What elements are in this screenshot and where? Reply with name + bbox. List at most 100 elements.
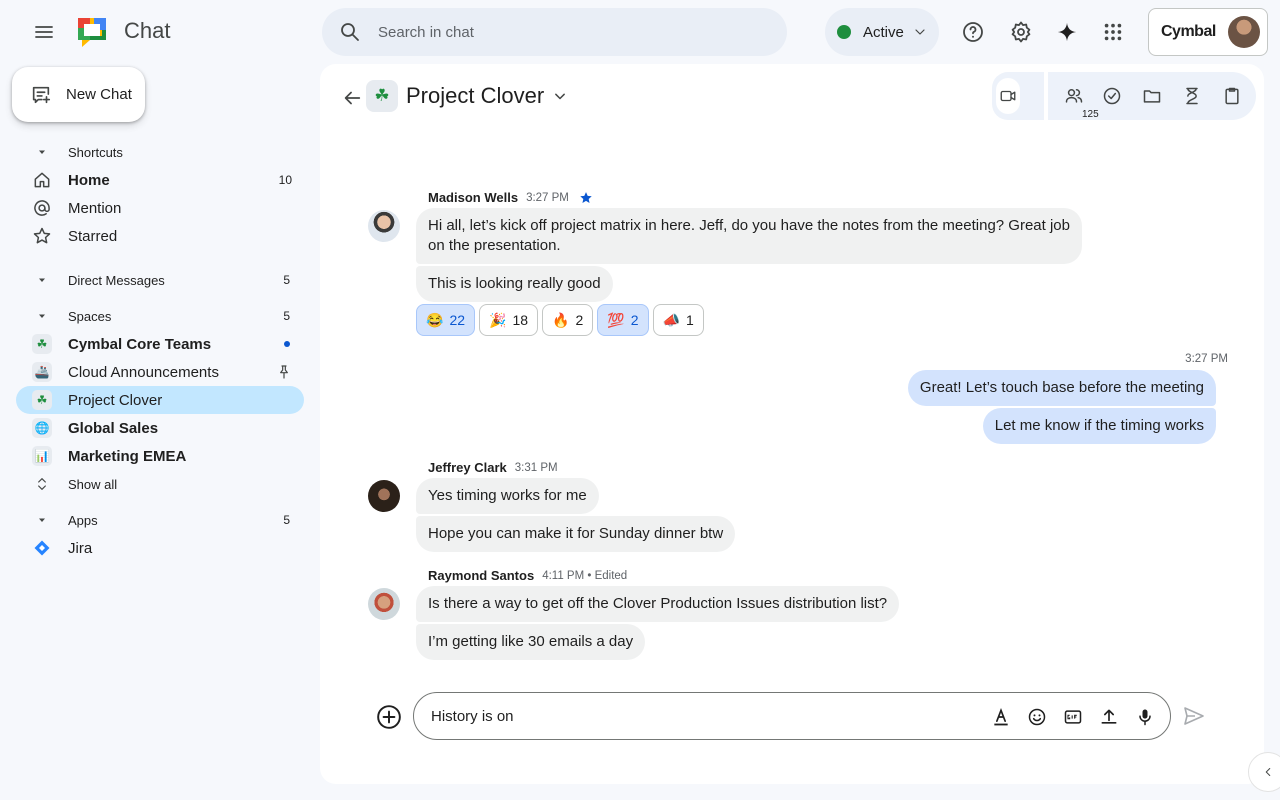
reaction-emoji: 😂 [426,311,444,328]
clover-icon: ☘ [32,390,52,410]
sidebar-item-cloud-announcements[interactable]: 🚢 Cloud Announcements [16,358,304,386]
section-count: 5 [283,513,290,527]
new-chat-icon [32,86,51,103]
message-composer[interactable] [413,692,1171,740]
caret-down-icon [39,518,45,522]
clipboard-icon [1225,87,1239,105]
sidebar-item-jira[interactable]: Jira [16,534,304,562]
section-count: 5 [283,309,290,323]
search-bar[interactable] [322,8,787,56]
message-text: Yes timing works for me [428,487,587,504]
sidebar-item-label: Cymbal Core Teams [68,335,212,353]
back-button[interactable] [334,80,370,116]
sidebar-item-label: Home [68,171,110,189]
clipboard-button[interactable] [1218,82,1246,110]
direct-messages-section-header[interactable]: Direct Messages 5 [30,268,300,292]
avatar[interactable] [368,480,400,512]
chat-logo-icon[interactable] [74,14,110,50]
user-avatar[interactable] [1227,16,1260,48]
sidebar-item-mention[interactable]: Mention [16,194,304,222]
message-bubble[interactable]: Let me know if the timing works [982,408,1216,444]
apps-launcher-button[interactable] [1093,12,1133,52]
message-time: 3:31 PM [514,461,558,474]
members-button[interactable]: 125 [1060,82,1101,120]
at-icon [34,200,50,216]
author-name[interactable]: Madison Wells [428,190,518,205]
gemini-button[interactable] [1047,12,1087,52]
message-input[interactable] [431,707,951,725]
gif-button[interactable] [1061,705,1085,729]
files-button[interactable] [1138,82,1166,110]
sidebar-item-starred[interactable]: Starred [16,222,304,250]
spaces-section-header[interactable]: Spaces 5 [30,304,300,328]
room-title[interactable]: Project Clover [406,83,544,109]
reaction-count: 2 [630,312,639,328]
caret-down-icon [39,150,45,154]
brand-logo: Cymbal [1161,23,1216,40]
message-bubble[interactable]: Hi all, let’s kick off project matrix in… [416,208,1082,264]
message-time: 3:27 PM [1185,353,1228,365]
new-chat-label: New Chat [66,86,132,103]
sidebar-item-home[interactable]: Home 10 [16,166,304,194]
caret-down-icon [39,278,45,282]
send-icon[interactable] [1182,704,1206,728]
avatar[interactable] [368,588,400,620]
account-switcher[interactable]: Cymbal [1148,8,1268,56]
message-header: Madison Wells 3:27 PM [428,190,593,205]
section-count: 5 [283,273,290,287]
chevron-down-icon[interactable] [550,86,570,106]
help-button[interactable] [953,12,993,52]
author-name[interactable]: Jeffrey Clark [428,460,507,475]
settings-button[interactable] [1001,12,1041,52]
apps-section-header[interactable]: Apps 5 [30,508,300,532]
message-bubble[interactable]: I’m getting like 30 emails a day [416,624,646,660]
author-name[interactable]: Raymond Santos [428,568,534,583]
gif-icon [1064,710,1082,724]
shortcuts-section-header[interactable]: Shortcuts [30,140,300,164]
sparkle-icon [1057,22,1077,42]
reaction-chip[interactable]: 🔥 2 [542,304,594,336]
add-circle-icon[interactable] [376,704,402,730]
section-title: Direct Messages [68,272,165,288]
integrations-button[interactable] [1178,82,1206,110]
upload-button[interactable] [1097,705,1121,729]
search-input[interactable] [378,23,758,41]
tasks-button[interactable] [1098,82,1126,110]
message-bubble[interactable]: Yes timing works for me [416,478,599,514]
globe-icon: 🌐 [32,418,52,438]
jira-icon [34,540,50,556]
search-icon[interactable] [338,20,362,44]
message-bubble[interactable]: Is there a way to get off the Clover Pro… [416,586,900,622]
sidebar-item-label: Jira [68,539,93,557]
top-bar: Chat Active Cymbal [0,0,1280,64]
app-title: Chat [124,18,171,43]
reaction-chip[interactable]: 📣 1 [652,304,704,336]
message-bubble[interactable]: Hope you can make it for Sunday dinner b… [416,516,736,552]
emoji-button[interactable] [1025,705,1049,729]
reaction-chip[interactable]: 😂 22 [416,304,476,336]
hamburger-menu-icon [35,26,53,38]
side-panel-toggle-button[interactable] [1248,752,1280,792]
show-all-spaces[interactable]: Show all [16,470,304,498]
pin-icon[interactable] [276,364,292,380]
status-selector[interactable]: Active [825,8,939,56]
reaction-chip[interactable]: 🎉 18 [479,304,539,336]
avatar[interactable] [368,210,400,242]
sidebar-item-project-clover[interactable]: ☘ Project Clover [16,386,304,414]
main-menu-button[interactable] [24,12,64,52]
sidebar-item-global-sales[interactable]: 🌐 Global Sales [16,414,304,442]
new-chat-button[interactable]: New Chat [12,67,145,122]
microphone-button[interactable] [1133,705,1157,729]
message-text: Is there a way to get off the Clover Pro… [428,595,888,612]
help-icon [963,22,983,42]
format-text-button[interactable] [989,705,1013,729]
message-bubble[interactable]: This is looking really good [416,266,613,302]
sidebar-item-marketing-emea[interactable]: 📊 Marketing EMEA [16,442,304,470]
message-bubble[interactable]: Great! Let’s touch base before the meeti… [907,370,1216,406]
video-call-button[interactable] [996,78,1020,114]
sidebar-item-cymbal-core-teams[interactable]: ☘ Cymbal Core Teams [16,330,304,358]
reaction-chip[interactable]: 💯 2 [597,304,649,336]
reaction-emoji: 💯 [607,311,625,328]
reaction-emoji: 🔥 [552,311,570,328]
ship-icon: 🚢 [32,362,52,382]
